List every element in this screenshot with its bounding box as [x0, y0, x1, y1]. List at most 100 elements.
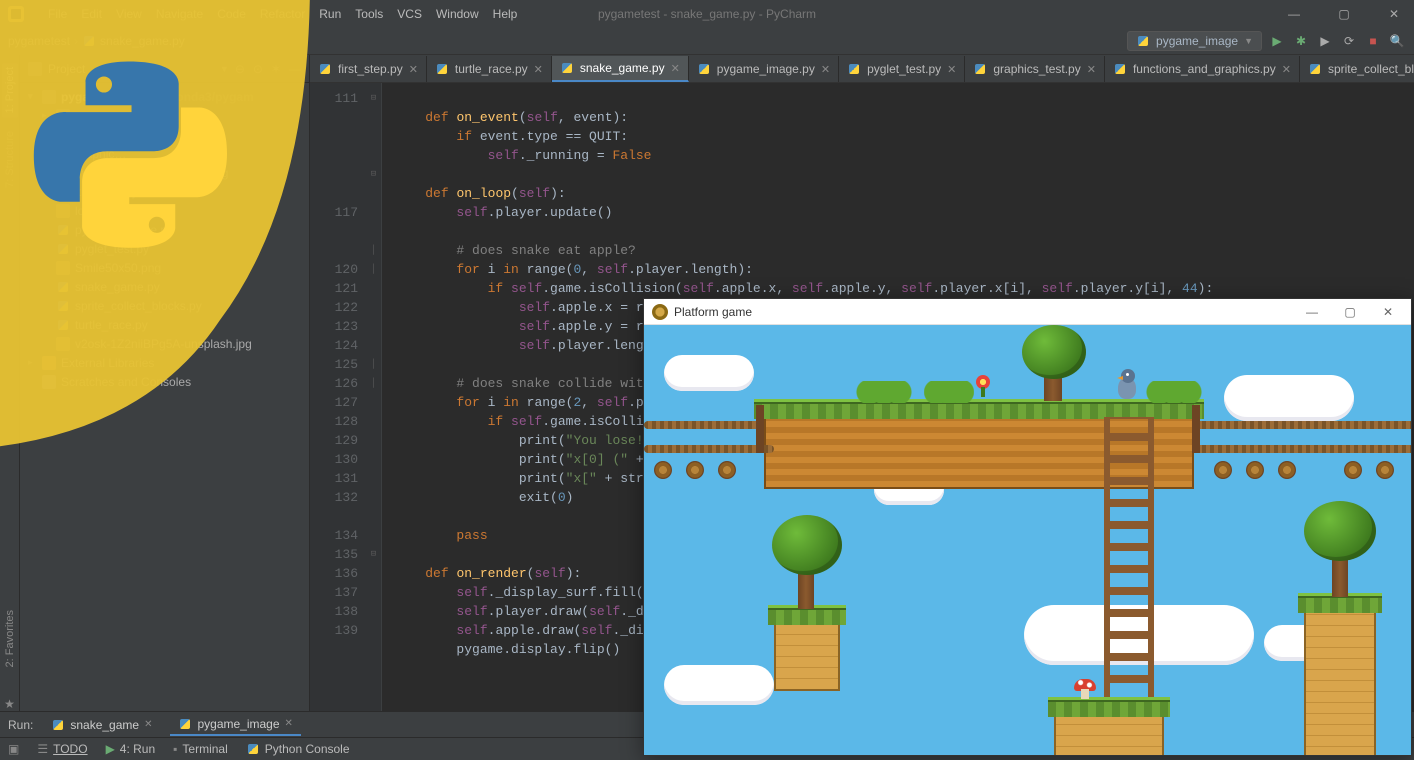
editor-tab[interactable]: pygame_image.py✕ [689, 56, 839, 82]
tree-item[interactable]: … [20, 125, 309, 144]
minimize-button[interactable]: — [1274, 0, 1314, 27]
maximize-button[interactable]: ▢ [1324, 0, 1364, 27]
tree-label: v2osk-1Z2niiBPg5A-unsplash.jpg [75, 337, 252, 351]
side-tab-favorites[interactable]: 2: Favorites [2, 606, 18, 671]
side-tab-structure[interactable]: 7: Structure [2, 127, 18, 192]
tree-scratches[interactable]: Scratches and Consoles [20, 372, 309, 391]
close-icon[interactable]: ✕ [671, 62, 680, 75]
close-icon[interactable]: ✕ [409, 63, 418, 76]
run-tab-pygame-image[interactable]: pygame_image ✕ [170, 714, 300, 736]
python-file-icon [178, 717, 192, 731]
editor-tabs: first_step.py✕turtle_race.py✕snake_game.… [310, 55, 1414, 83]
status-todo[interactable]: ☰TODO [37, 742, 87, 756]
run-tab-label: pygame_image [197, 717, 279, 731]
status-run[interactable]: ▶4: Run [106, 742, 156, 756]
tree-item[interactable]: turtle_race.py [20, 315, 309, 334]
close-button[interactable]: ✕ [1374, 0, 1414, 27]
tree-root[interactable]: ▾ pygametest ~/anaconda3/pygam [20, 87, 309, 106]
collapse-icon[interactable]: ⊖ [235, 62, 245, 76]
star-icon[interactable]: ★ [4, 697, 15, 711]
tree-item[interactable]: pygame_image.py [20, 220, 309, 239]
menu-window[interactable]: Window [436, 7, 479, 21]
run-button[interactable]: ▶ [1268, 32, 1286, 50]
maximize-button[interactable]: ▢ [1335, 305, 1365, 319]
editor-tab[interactable]: sprite_collect_blocks.py✕ [1300, 56, 1414, 82]
menu-tools[interactable]: Tools [355, 7, 383, 21]
close-icon[interactable]: ✕ [947, 63, 956, 76]
minimize-button[interactable]: — [1297, 305, 1327, 319]
close-icon[interactable]: ✕ [821, 63, 830, 76]
run-config-label: pygame_image [1156, 34, 1238, 48]
menu-refactor[interactable]: Refactor [260, 7, 305, 21]
crumb-file[interactable]: snake_game.py [100, 34, 185, 48]
hide-icon[interactable]: — [289, 62, 301, 76]
menu-code[interactable]: Code [217, 7, 246, 21]
chevron-down-icon[interactable]: ▼ [220, 64, 229, 74]
close-icon[interactable]: ✕ [1087, 63, 1096, 76]
tree-item[interactable]: snake_game.py [20, 277, 309, 296]
tree-item[interactable]: sprite_collect_blocks.py [20, 296, 309, 315]
status-terminal[interactable]: ▪Terminal [173, 742, 228, 756]
tree-label: External Libraries [61, 356, 154, 370]
editor-tab[interactable]: pyglet_test.py✕ [839, 56, 965, 82]
tree-item[interactable]: logo32x32.png [20, 201, 309, 220]
side-tab-project[interactable]: 1: Project [2, 63, 18, 117]
menu-vcs[interactable]: VCS [397, 7, 422, 21]
python-file-icon [51, 718, 65, 732]
editor-tab[interactable]: functions_and_graphics.py✕ [1105, 56, 1300, 82]
game-window: Platform game — ▢ ✕ [643, 298, 1412, 756]
tree-item[interactable]: Smile50x50.png [20, 258, 309, 277]
scratches-icon [42, 375, 56, 389]
debug-button[interactable]: ✱ [1292, 32, 1310, 50]
player-bird [1112, 367, 1142, 399]
editor-tab[interactable]: graphics_test.py ✕ [965, 56, 1105, 82]
menu-help[interactable]: Help [493, 7, 518, 21]
crumb-project[interactable]: pygametest [8, 34, 70, 48]
status-python-console[interactable]: Python Console [246, 742, 350, 756]
run-label: Run: [8, 718, 33, 732]
tab-label: graphics_test.py [993, 62, 1080, 76]
editor-tab[interactable]: turtle_race.py✕ [427, 56, 552, 82]
tree-item[interactable]: graphic… [20, 144, 309, 163]
close-icon[interactable]: ✕ [144, 719, 152, 730]
tree-item[interactable]: v2osk-1Z2niiBPg5A-unsplash.jpg [20, 334, 309, 353]
tree-item[interactable]: intermed… …n_pygame.png [20, 163, 309, 182]
project-panel-header: Project ▼ ⊖ ⊙ ✶ — [20, 55, 309, 83]
main-menu: File Edit View Navigate Code Refactor Ru… [48, 7, 517, 21]
profile-button[interactable]: ⟳ [1340, 32, 1358, 50]
coverage-button[interactable]: ▶ [1316, 32, 1334, 50]
run-config-selector[interactable]: pygame_image ▼ [1127, 31, 1262, 51]
close-icon[interactable]: ✕ [1282, 63, 1291, 76]
menu-navigate[interactable]: Navigate [156, 7, 203, 21]
fold-column: ⊟⊟││││⊟ [366, 83, 382, 711]
python-icon [246, 742, 260, 756]
tree-item[interactable]: ▸venv [20, 106, 309, 125]
tree-external-libs[interactable]: ▸ External Libraries [20, 353, 309, 372]
tree-item[interactable]: pyglet_test.py [20, 239, 309, 258]
run-tab-label: snake_game [70, 718, 139, 732]
menu-view[interactable]: View [116, 7, 142, 21]
search-everywhere-icon[interactable]: 🔍 [1388, 32, 1406, 50]
editor-tab[interactable]: first_step.py✕ [310, 56, 427, 82]
file-icon [56, 280, 70, 294]
tool-window-toggle-icon[interactable]: ▣ [8, 742, 19, 756]
close-button[interactable]: ✕ [1373, 305, 1403, 319]
tree-label: snake_game.py [75, 280, 160, 294]
menu-edit[interactable]: Edit [81, 7, 102, 21]
editor-tab[interactable]: snake_game.py✕ [552, 56, 689, 82]
titlebar: File Edit View Navigate Code Refactor Ru… [0, 0, 1414, 27]
tree-item[interactable]: kivy_test.py [20, 182, 309, 201]
tree-label: pyglet_test.py [75, 242, 149, 256]
tree-label: logo32x32.png [75, 204, 154, 218]
stop-button[interactable]: ■ [1364, 32, 1382, 50]
close-icon[interactable]: ✕ [285, 718, 293, 729]
game-titlebar[interactable]: Platform game — ▢ ✕ [644, 299, 1411, 325]
run-tab-snake[interactable]: snake_game ✕ [43, 715, 160, 735]
menu-run[interactable]: Run [319, 7, 341, 21]
menu-file[interactable]: File [48, 7, 67, 21]
settings-icon[interactable]: ✶ [271, 62, 281, 76]
left-gutter-tabs: 1: Project 7: Structure 2: Favorites ★ [0, 55, 20, 711]
folder-icon [42, 90, 56, 104]
locate-icon[interactable]: ⊙ [253, 62, 263, 76]
close-icon[interactable]: ✕ [534, 63, 543, 76]
